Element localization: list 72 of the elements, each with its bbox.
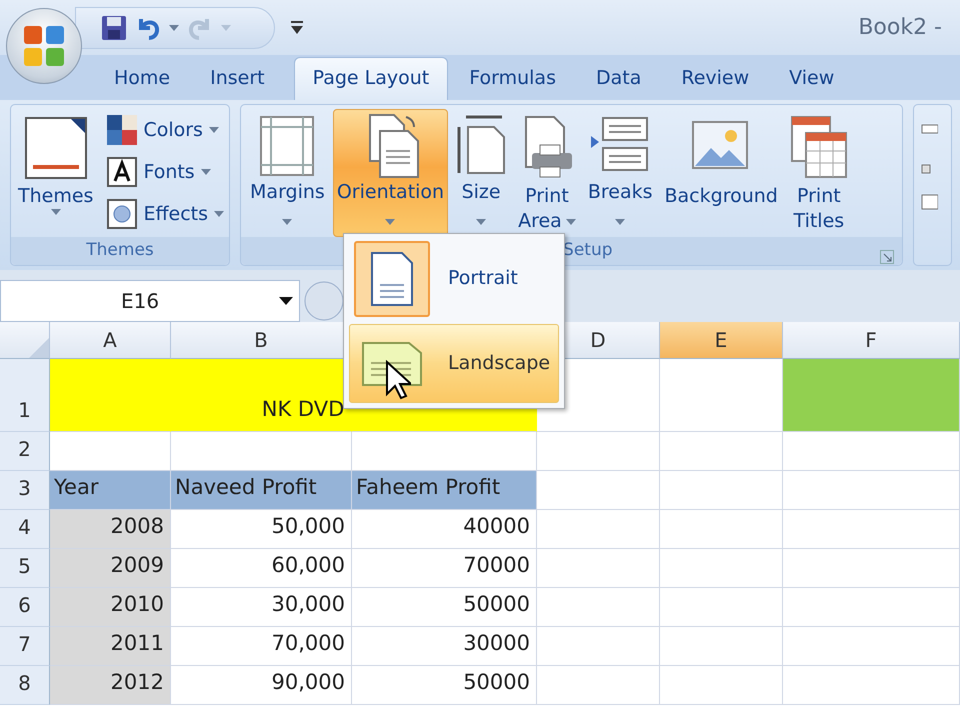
font-icon (107, 157, 138, 187)
row-header[interactable]: 6 (0, 588, 50, 627)
ribbon-button[interactable]: Orientation (332, 109, 448, 237)
corner-icon (29, 338, 49, 358)
ribbon-button[interactable]: Background (660, 109, 782, 237)
row-header[interactable]: 8 (0, 666, 50, 705)
ribbon-button[interactable]: Breaks (584, 109, 656, 237)
table-cell: 2010 (50, 588, 171, 627)
table-cell: 50000 (352, 666, 537, 705)
menu-item[interactable]: Portrait (349, 239, 559, 318)
effects-icon (107, 199, 138, 229)
table-cell: Faheem Profit (352, 471, 537, 510)
margins-icon (259, 115, 316, 177)
table-cell: 60,000 (171, 549, 352, 588)
table-cell: 70,000 (171, 627, 352, 666)
caret-icon (221, 24, 231, 30)
table-cell: 50,000 (171, 510, 352, 549)
column-header[interactable]: E (660, 322, 783, 359)
ribbon-tab[interactable]: Page Layout (294, 56, 448, 100)
ribbon-tab[interactable]: Insert (191, 56, 284, 100)
themes-button[interactable]: Themes (14, 109, 98, 237)
caret-icon (279, 297, 293, 305)
row-header[interactable]: 1 (0, 359, 50, 432)
table-cell: 30,000 (171, 588, 352, 627)
column-header[interactable]: F (783, 322, 960, 359)
table-cell: Naveed Profit (171, 471, 352, 510)
ribbon-tab[interactable]: Review (662, 56, 768, 100)
table-cell: NK DVD (171, 359, 352, 432)
ribbon-button[interactable]: Print Titles (786, 109, 852, 237)
save-button[interactable] (101, 14, 127, 40)
caret-icon (169, 24, 179, 30)
ribbon-tab[interactable]: Data (576, 56, 660, 100)
table-cell: 2008 (50, 510, 171, 549)
row-header[interactable]: 7 (0, 627, 50, 666)
ribbon-button[interactable]: Effects (105, 193, 226, 235)
row-header[interactable]: 2 (0, 432, 50, 471)
table-cell: 40000 (352, 510, 537, 549)
group-label: Themes (11, 237, 230, 265)
ribbon-button[interactable]: Margins (246, 109, 329, 237)
table-cell: 2011 (50, 627, 171, 666)
cursor-icon (385, 360, 411, 400)
ribbon-button[interactable]: Size (452, 109, 510, 237)
ribbon-tab[interactable]: Home (95, 56, 190, 100)
column-header[interactable]: A (50, 322, 171, 359)
colors-icon (107, 115, 138, 145)
table-cell: 90,000 (171, 666, 352, 705)
table-cell: Year (50, 471, 171, 510)
logo-icon (22, 24, 66, 68)
ribbon-button[interactable]: Fonts (105, 151, 226, 193)
menu-caret-icon (291, 21, 303, 36)
row-header[interactable]: 4 (0, 510, 50, 549)
row-header[interactable]: 5 (0, 549, 50, 588)
table-cell: 70000 (352, 549, 537, 588)
table-cell: 30000 (352, 627, 537, 666)
name-box[interactable]: E16 (0, 280, 300, 322)
table-cell: 50000 (352, 588, 537, 627)
window-title: Book2 - (858, 14, 943, 42)
group-label: Setup (563, 239, 613, 262)
launcher-icon (880, 250, 894, 264)
page-icon (370, 250, 414, 306)
menu-item[interactable]: Landscape (349, 324, 559, 403)
themes-icon (24, 117, 87, 179)
table-cell: 2012 (50, 666, 171, 705)
circle-icon (304, 281, 344, 321)
ribbon-tab[interactable]: Formulas (450, 56, 575, 100)
row-header[interactable]: 3 (0, 471, 50, 510)
table-pages-icon (790, 115, 848, 181)
ribbon-tab[interactable]: View (770, 56, 854, 100)
save-icon (101, 14, 127, 40)
ribbon-button[interactable]: Colors (105, 109, 226, 151)
table-cell: 2009 (50, 549, 171, 588)
ribbon-button[interactable]: Print Area (514, 109, 580, 237)
